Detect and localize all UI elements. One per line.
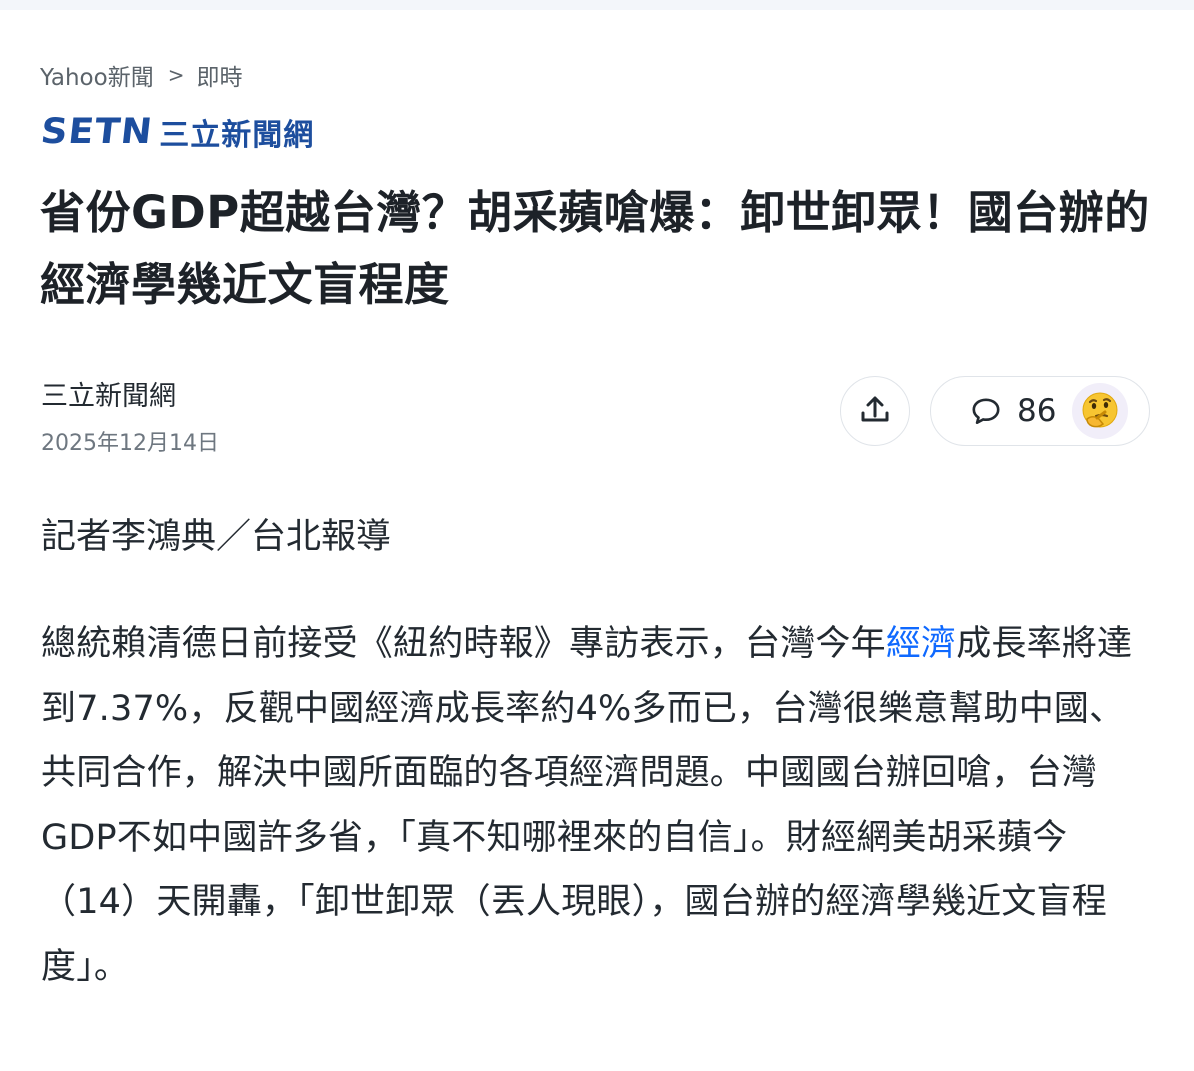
paragraph-text-end: 成長率將達到7.37%，反觀中國經濟成長率約4%多而已，台灣很樂意幫助中國、共同… <box>41 624 1133 987</box>
logo-wordmark-latin: SETN <box>38 112 155 152</box>
speech-bubble-icon <box>971 396 1001 426</box>
article-date: 2025年12月14日 <box>41 431 219 456</box>
breadcrumb-separator: > <box>167 63 185 87</box>
comments-button[interactable]: 86 <box>930 376 1150 446</box>
comment-count: 86 <box>1017 393 1057 429</box>
breadcrumb-section-link[interactable]: 即時 <box>196 58 242 92</box>
breadcrumb: Yahoo新聞 > 即時 <box>40 58 242 92</box>
economy-topic-link[interactable]: 經濟 <box>886 624 956 664</box>
top-strip <box>0 0 1194 10</box>
share-upload-icon <box>858 392 892 430</box>
article-byline: 記者李鴻典／台北報導 <box>41 517 392 557</box>
share-button[interactable] <box>840 376 910 446</box>
article-author[interactable]: 三立新聞網 <box>41 374 176 413</box>
breadcrumb-site-link[interactable]: Yahoo新聞 <box>40 58 154 92</box>
thinking-face-emoji-icon <box>1072 383 1129 439</box>
article-headline: 省份GDP超越台灣？胡采蘋嗆爆：卸世卸眾！國台辦的經濟學幾近文盲程度 <box>40 186 1150 311</box>
logo-wordmark-cjk: 三立新聞網 <box>159 118 315 153</box>
publisher-logo[interactable]: SETN 三立新聞網 <box>38 110 315 154</box>
paragraph-text-start: 總統賴清德日前接受《紐約時報》專訪表示，台灣今年 <box>41 624 886 664</box>
article-paragraph: 總統賴清德日前接受《紐約時報》專訪表示，台灣今年經濟成長率將達到7.37%，反觀… <box>41 612 1151 999</box>
